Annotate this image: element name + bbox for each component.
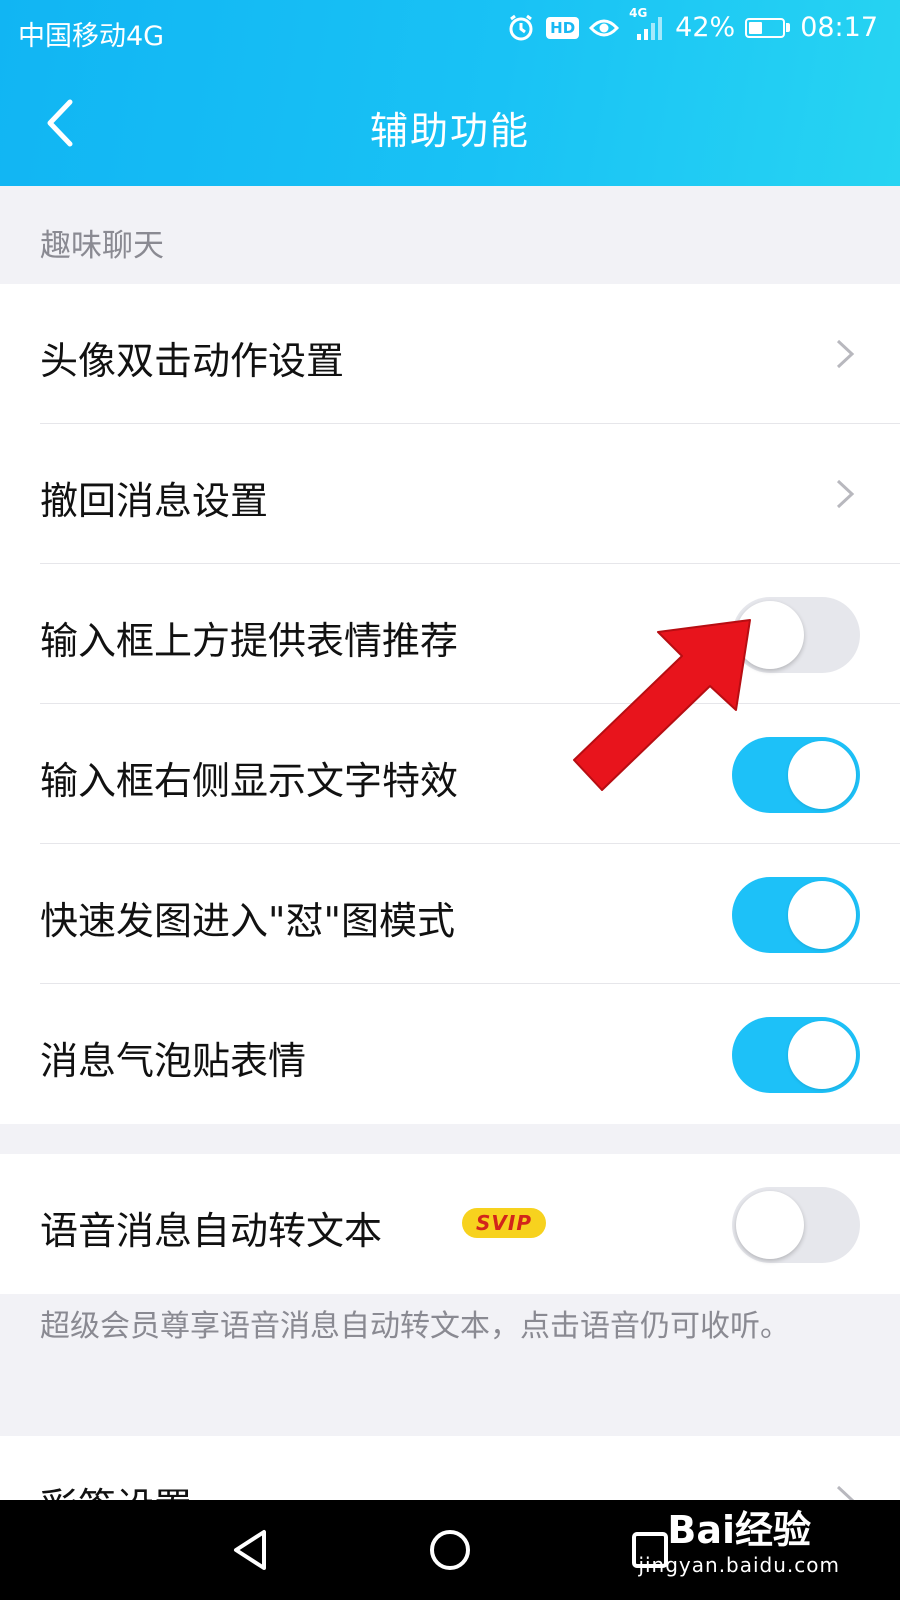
- chevron-right-icon: [836, 1485, 855, 1500]
- nav-home-circle-icon: [430, 1530, 470, 1570]
- row-label: 输入框右侧显示文字特效: [40, 759, 459, 803]
- settings-group-bubbles: 彩签设置: [0, 1436, 900, 1500]
- row-label: 语音消息自动转文本: [40, 1209, 383, 1253]
- status-icons: HD 4G 42% 08:17: [506, 6, 878, 43]
- system-nav-bar: Bai经验 jingyan.baidu.com: [0, 1500, 900, 1600]
- row-label: 撤回消息设置: [40, 479, 269, 523]
- baidu-jingyan-watermark: Bai经验 jingyan.baidu.com: [638, 1508, 840, 1578]
- settings-group-voice: 语音消息自动转文本 SVIP: [0, 1154, 900, 1294]
- signal-icon: 4G: [629, 6, 665, 42]
- row-label: 快速发图进入"怼"图模式: [40, 899, 455, 943]
- section-header-fun-chat: 趣味聊天: [0, 186, 900, 284]
- svip-badge: SVIP: [462, 1208, 546, 1238]
- page-title: 辅助功能: [369, 109, 530, 153]
- settings-row-voice-to-text: 语音消息自动转文本 SVIP: [0, 1154, 900, 1294]
- row-label: 输入框上方提供表情推荐: [40, 619, 459, 663]
- nav-bar: 辅助功能: [0, 62, 900, 186]
- chevron-right-icon: [836, 339, 855, 369]
- bubble-sticker-toggle[interactable]: [732, 1017, 860, 1093]
- settings-row-recall-message[interactable]: 撤回消息设置: [0, 424, 900, 564]
- toggle-knob: [788, 1021, 856, 1089]
- nav-back-triangle-icon: [234, 1530, 266, 1570]
- toggle-knob: [788, 741, 856, 809]
- battery-percent: 42%: [675, 12, 736, 43]
- settings-row-quick-image: 快速发图进入"怼"图模式: [0, 844, 900, 984]
- app-header: 中国移动4G HD 4G 42% 08:17 辅助功能: [0, 0, 900, 186]
- network-type-label: 4G: [629, 5, 648, 20]
- row-label: 头像双击动作设置: [40, 339, 345, 383]
- status-bar: 中国移动4G HD 4G 42% 08:17: [0, 0, 900, 62]
- nav-back-button[interactable]: [225, 1525, 275, 1575]
- battery-icon: [745, 17, 791, 38]
- toggle-knob: [736, 1191, 804, 1259]
- toggle-knob: [788, 881, 856, 949]
- chevron-right-icon: [836, 479, 855, 509]
- alarm-icon: [506, 13, 536, 43]
- settings-row-avatar-double-tap[interactable]: 头像双击动作设置: [0, 284, 900, 424]
- voice-to-text-toggle[interactable]: [732, 1187, 860, 1263]
- quick-image-toggle[interactable]: [732, 877, 860, 953]
- row-label: 彩签设置: [40, 1476, 192, 1500]
- battery-fill: [749, 21, 763, 34]
- carrier-label: 中国移动4G: [18, 21, 165, 52]
- eye-icon: [589, 16, 620, 40]
- hd-icon: HD: [546, 16, 580, 39]
- clock-time: 08:17: [800, 12, 878, 43]
- section-header-label: 趣味聊天: [40, 228, 164, 264]
- watermark-url: jingyan.baidu.com: [638, 1553, 840, 1577]
- voice-footnote: 超级会员尊享语音消息自动转文本，点击语音仍可收听。: [40, 1309, 790, 1344]
- settings-row-bubble-settings[interactable]: 彩签设置: [0, 1436, 900, 1500]
- watermark-brand: Bai经验: [667, 1508, 812, 1552]
- red-arrow-annotation-icon: [573, 619, 751, 791]
- row-label: 消息气泡贴表情: [40, 1039, 307, 1083]
- settings-row-bubble-sticker: 消息气泡贴表情: [0, 984, 900, 1124]
- nav-home-button[interactable]: [425, 1525, 475, 1575]
